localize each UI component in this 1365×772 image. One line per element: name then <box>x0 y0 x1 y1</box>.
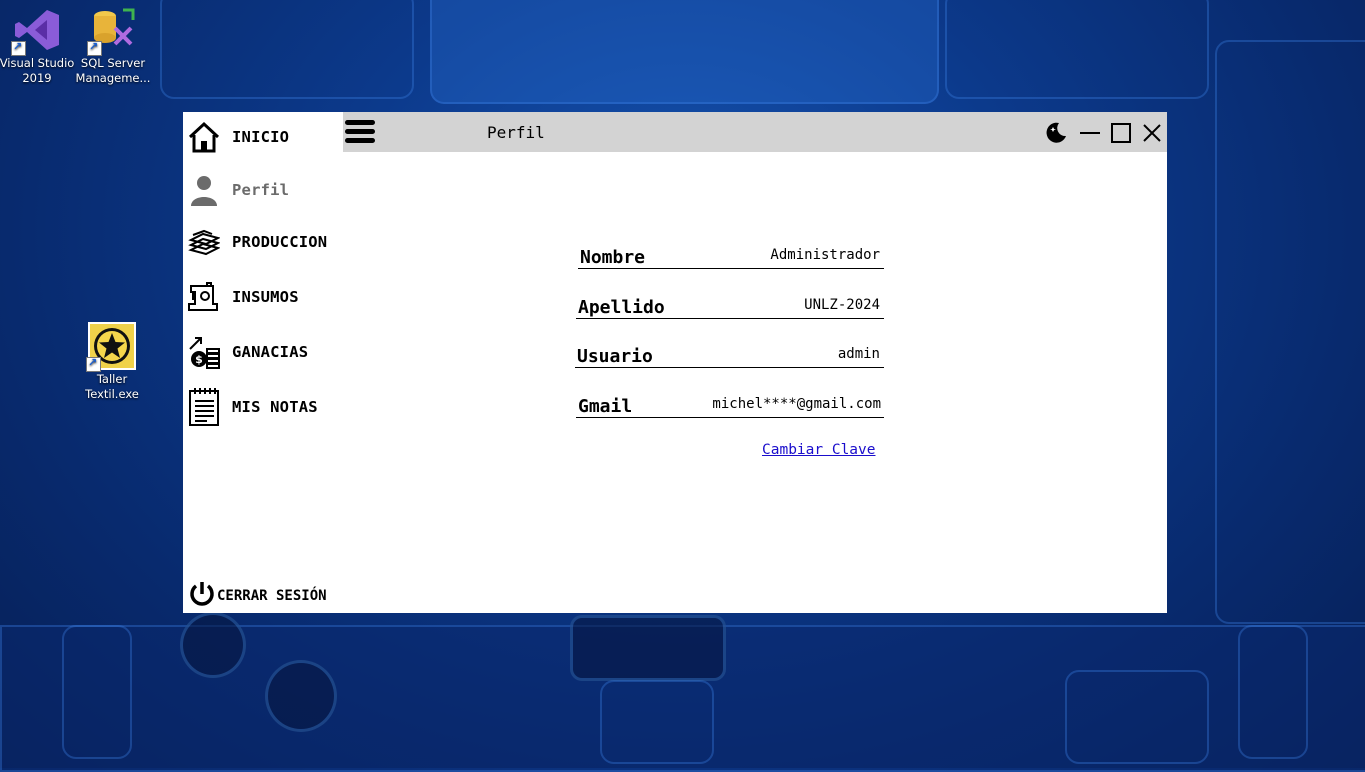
desktop-icon-label: Visual Studio <box>0 56 75 70</box>
svg-text:$: $ <box>195 353 203 366</box>
desktop-icon-sql-server[interactable]: SQL Server Manageme... <box>73 6 153 86</box>
nav-item-insumos[interactable]: INSUMOS <box>187 277 299 317</box>
nav-label: GANACIAS <box>232 343 309 361</box>
user-icon <box>187 173 221 207</box>
visual-studio-icon <box>11 6 61 56</box>
nav-item-ganacias[interactable]: $ GANACIAS <box>187 332 308 372</box>
usuario-label: Usuario <box>577 346 653 367</box>
logout-button[interactable]: CERRAR SESIÓN <box>188 580 327 612</box>
apellido-label: Apellido <box>578 297 665 318</box>
desktop-icon-label: SQL Server <box>80 56 146 70</box>
desktop-icon-label: 2019 <box>22 71 52 85</box>
usuario-value: admin <box>837 346 880 362</box>
dark-mode-moon-icon[interactable] <box>1044 121 1068 145</box>
sewing-machine-icon <box>187 280 221 314</box>
app-window: INICIO Perfil PRODUCCION INSUMOS $ GANAC… <box>183 112 1167 613</box>
nombre-value: Administrador <box>770 247 880 263</box>
hamburger-menu-icon[interactable] <box>345 118 377 146</box>
change-password-link[interactable]: Cambiar Clave <box>762 442 876 458</box>
sidebar: INICIO Perfil PRODUCCION INSUMOS $ GANAC… <box>183 112 343 613</box>
nav-item-inicio[interactable]: INICIO <box>187 117 289 157</box>
apellido-field: Apellido UNLZ-2024 <box>576 292 884 319</box>
desktop-icon-visual-studio[interactable]: Visual Studio 2019 <box>0 6 77 86</box>
nav-label: INSUMOS <box>232 288 299 306</box>
gmail-field: Gmail michel****@gmail.com <box>576 391 884 418</box>
nav-label: PRODUCCION <box>232 233 328 251</box>
sql-server-icon <box>87 6 137 56</box>
home-icon <box>187 120 221 154</box>
fabric-stack-icon <box>187 225 221 259</box>
page-title: Perfil <box>487 123 545 142</box>
desktop-icon-taller-textil[interactable]: Taller Textil.exe <box>72 322 152 402</box>
gmail-value: michel****@gmail.com <box>712 396 881 412</box>
nombre-label: Nombre <box>580 247 646 268</box>
nav-label: INICIO <box>232 128 290 146</box>
gmail-label: Gmail <box>578 396 633 417</box>
desktop-icon-label: Textil.exe <box>85 387 139 401</box>
notepad-icon <box>187 388 221 426</box>
nav-label: MIS NOTAS <box>232 398 318 416</box>
money-growth-icon: $ <box>187 335 221 369</box>
star-app-icon <box>86 322 136 372</box>
maximize-icon[interactable] <box>1109 121 1133 145</box>
close-icon[interactable] <box>1140 121 1164 145</box>
nav-item-mis-notas[interactable]: MIS NOTAS <box>187 387 318 427</box>
nombre-field: Nombre Administrador <box>578 242 884 269</box>
desktop-icon-label: Taller <box>96 372 128 386</box>
nav-item-produccion[interactable]: PRODUCCION <box>187 222 327 262</box>
minimize-icon[interactable] <box>1078 121 1102 145</box>
power-icon <box>188 580 216 612</box>
nav-label: Perfil <box>232 181 290 199</box>
usuario-field: Usuario admin <box>575 341 884 368</box>
desktop-icon-label: Manageme... <box>75 71 151 85</box>
apellido-value: UNLZ-2024 <box>804 297 880 313</box>
logout-label: CERRAR SESIÓN <box>217 588 327 604</box>
nav-item-perfil[interactable]: Perfil <box>187 170 289 210</box>
